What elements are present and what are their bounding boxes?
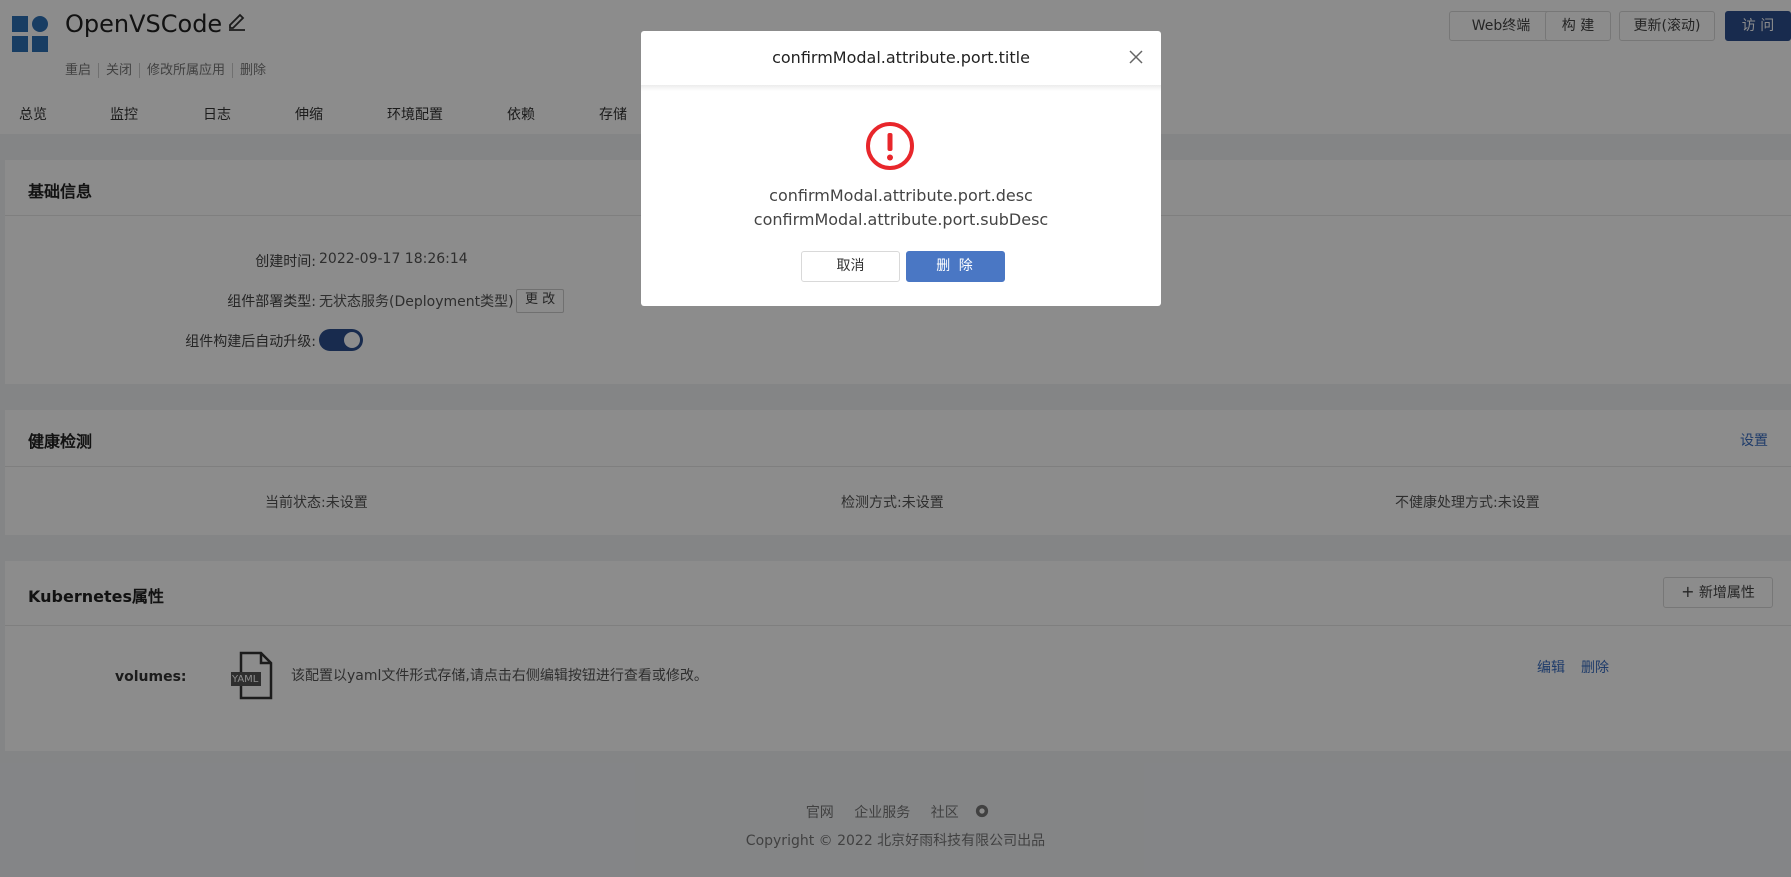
confirm-delete-button[interactable]: 删 除 bbox=[906, 251, 1005, 282]
confirm-modal: confirmModal.attribute.port.title confir… bbox=[641, 31, 1161, 306]
cancel-button[interactable]: 取消 bbox=[801, 251, 900, 282]
close-icon[interactable] bbox=[1129, 49, 1143, 64]
modal-title: confirmModal.attribute.port.title bbox=[772, 48, 1030, 67]
modal-sub-description: confirmModal.attribute.port.subDesc bbox=[753, 210, 1049, 229]
modal-header-shadow bbox=[641, 85, 1161, 91]
warning-icon bbox=[865, 121, 915, 171]
modal-description: confirmModal.attribute.port.desc bbox=[769, 186, 1033, 205]
modal-header: confirmModal.attribute.port.title bbox=[641, 31, 1161, 86]
